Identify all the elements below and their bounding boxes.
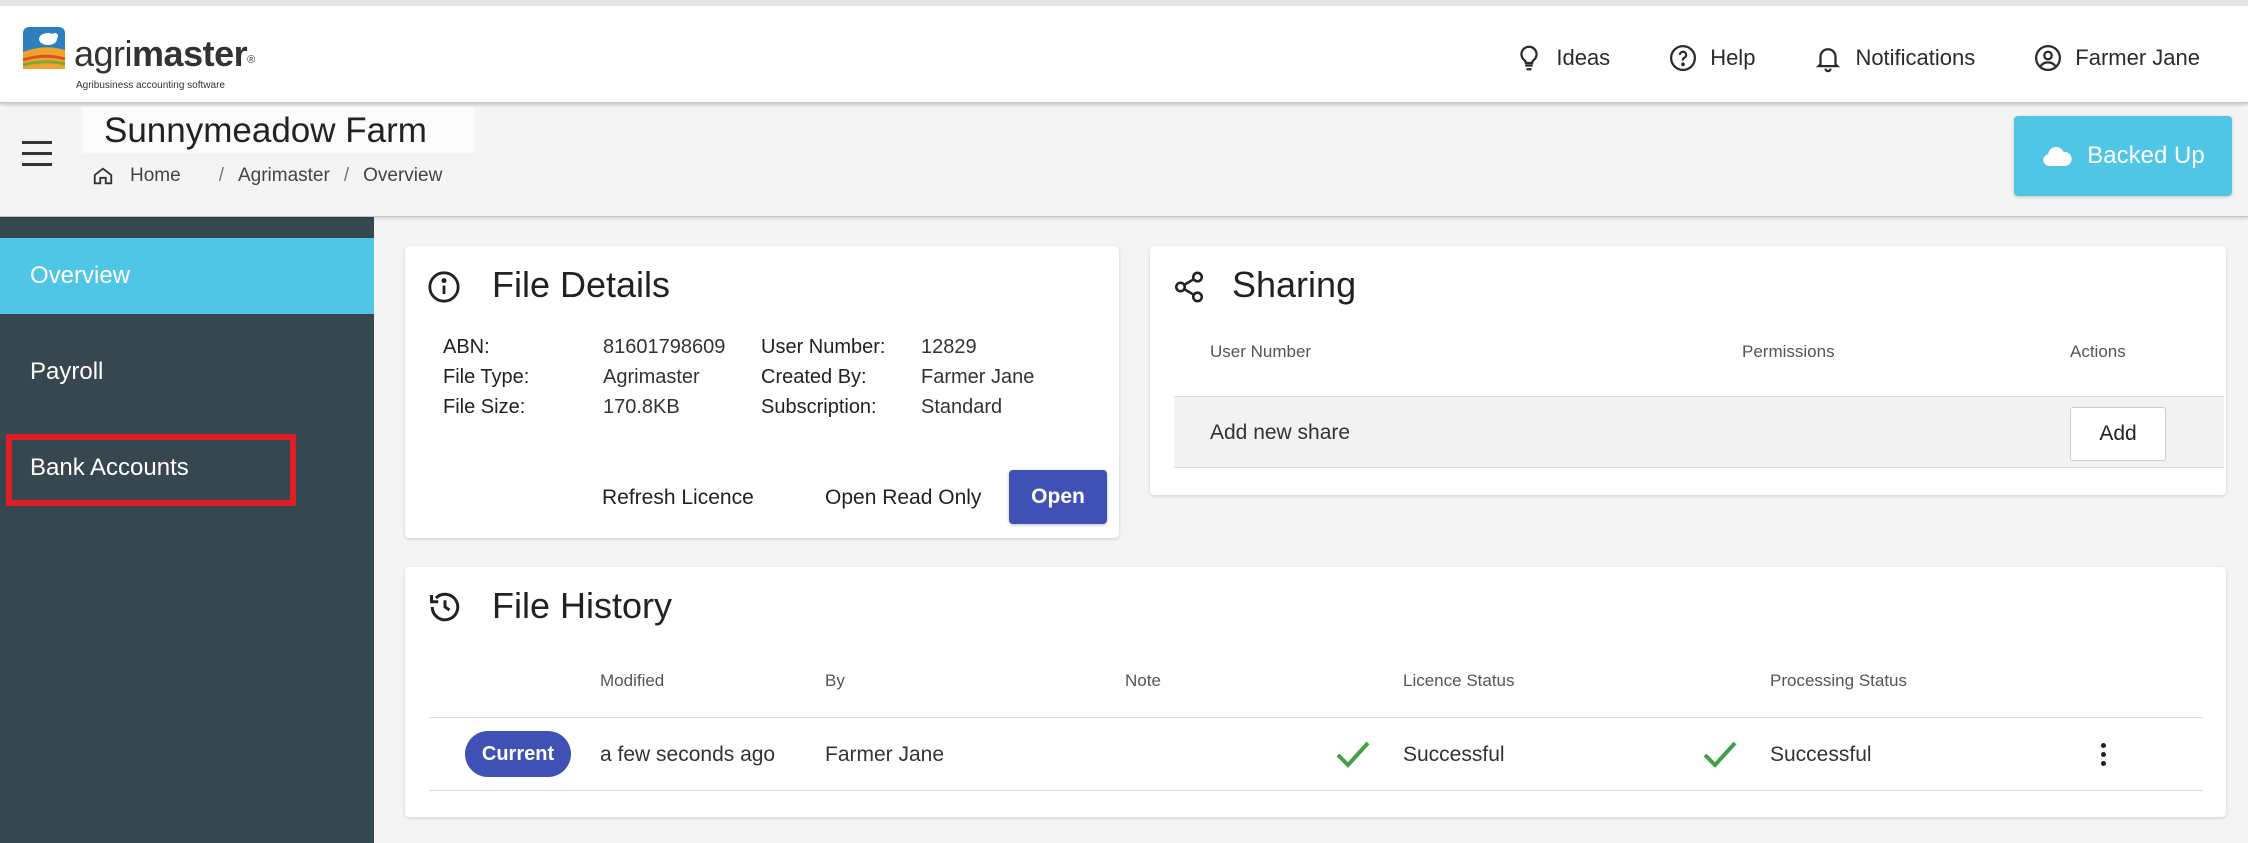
sidebar-item-overview[interactable]: Overview — [0, 238, 374, 314]
breadcrumb-separator: / — [218, 165, 224, 186]
open-read-only-button[interactable]: Open Read Only — [825, 486, 981, 510]
sidebar-item-label: Overview — [30, 262, 131, 289]
created-by-label: Created By: — [761, 365, 867, 388]
file-details-title: File Details — [492, 264, 671, 305]
column-header-by: By — [825, 671, 845, 690]
file-details-card: File Details ABN: 81601798609 User Numbe… — [405, 246, 1119, 538]
breadcrumb-separator: / — [343, 165, 350, 186]
table-divider — [429, 790, 2203, 791]
info-icon — [428, 271, 460, 303]
sidebar-item-label: Bank Accounts — [30, 454, 189, 481]
table-divider — [429, 717, 2203, 718]
breadcrumb-home[interactable]: Home — [130, 165, 181, 187]
lightbulb-icon — [1520, 45, 1538, 71]
help-label: Help — [1710, 45, 1756, 70]
more-options-icon[interactable] — [2091, 739, 2115, 769]
abn-value: 81601798609 — [603, 335, 726, 358]
top-app-bar: agrimaster® Agribusiness accounting soft… — [0, 0, 2248, 103]
breadcrumb-agrimaster[interactable]: Agrimaster — [238, 165, 330, 187]
page-header: Sunnymeadow Farm Home / Agrimaster / Ove… — [0, 103, 2248, 217]
check-icon — [1336, 741, 1370, 768]
ideas-label: Ideas — [1556, 45, 1611, 70]
history-icon — [430, 592, 460, 622]
file-size-label: File Size: — [443, 395, 526, 418]
sidebar-item-label: Payroll — [30, 358, 104, 385]
open-button[interactable]: Open — [1009, 470, 1107, 524]
file-history-card: File History Modified By Note Licence St… — [405, 567, 2226, 817]
subscription-value: Standard — [921, 395, 1003, 418]
backed-up-label: Backed Up — [2087, 142, 2205, 169]
file-size-value: 170.8KB — [603, 395, 680, 418]
processing-status-cell: Successful — [1770, 743, 1872, 766]
logo-mark-icon — [22, 27, 66, 69]
user-number-label: User Number: — [761, 335, 886, 358]
file-history-title: File History — [492, 585, 673, 626]
backed-up-button[interactable]: Backed Up — [2014, 116, 2232, 196]
user-menu[interactable]: Farmer Jane — [2033, 43, 2200, 73]
column-header-processing-status: Processing Status — [1770, 671, 1908, 690]
breadcrumb: Home / Agrimaster / Overview — [92, 161, 442, 191]
bell-icon — [1816, 48, 1841, 73]
sidebar-item-payroll[interactable]: Payroll — [0, 334, 374, 410]
cloud-icon — [2043, 146, 2072, 166]
column-header-user-number: User Number — [1210, 342, 1312, 361]
logo-tagline: Agribusiness accounting software — [76, 80, 225, 91]
share-icon — [1174, 271, 1204, 303]
column-header-modified: Modified — [600, 671, 665, 690]
modified-cell: a few seconds ago — [600, 743, 776, 766]
sharing-card: Sharing User Number Permissions Actions … — [1150, 246, 2226, 495]
breadcrumb-overview: Overview — [363, 165, 443, 186]
add-share-row: Add new share Add — [1174, 396, 2224, 468]
help-link[interactable]: Help — [1668, 43, 1755, 73]
file-type-value: Agrimaster — [603, 365, 700, 388]
abn-label: ABN: — [443, 335, 490, 358]
file-details-grid: ABN: 81601798609 User Number: 12829 File… — [443, 332, 1034, 422]
ideas-link[interactable]: Ideas — [1514, 43, 1610, 73]
check-icon — [1703, 741, 1737, 768]
home-icon[interactable] — [92, 165, 114, 187]
column-header-actions: Actions — [2070, 342, 2126, 361]
hamburger-menu-icon[interactable] — [22, 141, 56, 173]
user-name: Farmer Jane — [2075, 45, 2200, 70]
file-type-label: File Type: — [443, 365, 530, 388]
account-circle-icon — [2035, 45, 2062, 71]
add-new-share-label: Add new share — [1210, 421, 1351, 444]
page-title: Sunnymeadow Farm — [104, 111, 427, 150]
sidebar: Overview Payroll Bank Accounts — [0, 217, 374, 843]
sidebar-item-bank-accounts[interactable]: Bank Accounts — [0, 430, 374, 506]
refresh-licence-button[interactable]: Refresh Licence — [602, 486, 754, 510]
created-by-value: Farmer Jane — [921, 365, 1035, 388]
subscription-label: Subscription: — [761, 395, 877, 418]
notifications-link[interactable]: Notifications — [1813, 43, 1975, 73]
column-header-note: Note — [1125, 671, 1161, 690]
top-nav: Ideas Help Notifications Farmer Jane — [1514, 38, 2200, 78]
user-number-value: 12829 — [921, 335, 977, 358]
notifications-label: Notifications — [1855, 45, 1976, 70]
column-header-licence-status: Licence Status — [1403, 671, 1515, 690]
by-cell: Farmer Jane — [825, 743, 945, 766]
column-header-permissions: Permissions — [1742, 342, 1835, 361]
logo-wordmark: agrimaster® — [74, 33, 255, 74]
agrimaster-logo[interactable]: agrimaster® Agribusiness accounting soft… — [22, 22, 262, 94]
add-share-button[interactable]: Add — [2070, 407, 2166, 461]
help-icon — [1670, 45, 1697, 71]
licence-status-cell: Successful — [1403, 743, 1505, 766]
sharing-title: Sharing — [1232, 264, 1357, 305]
current-badge: Current — [465, 731, 571, 777]
